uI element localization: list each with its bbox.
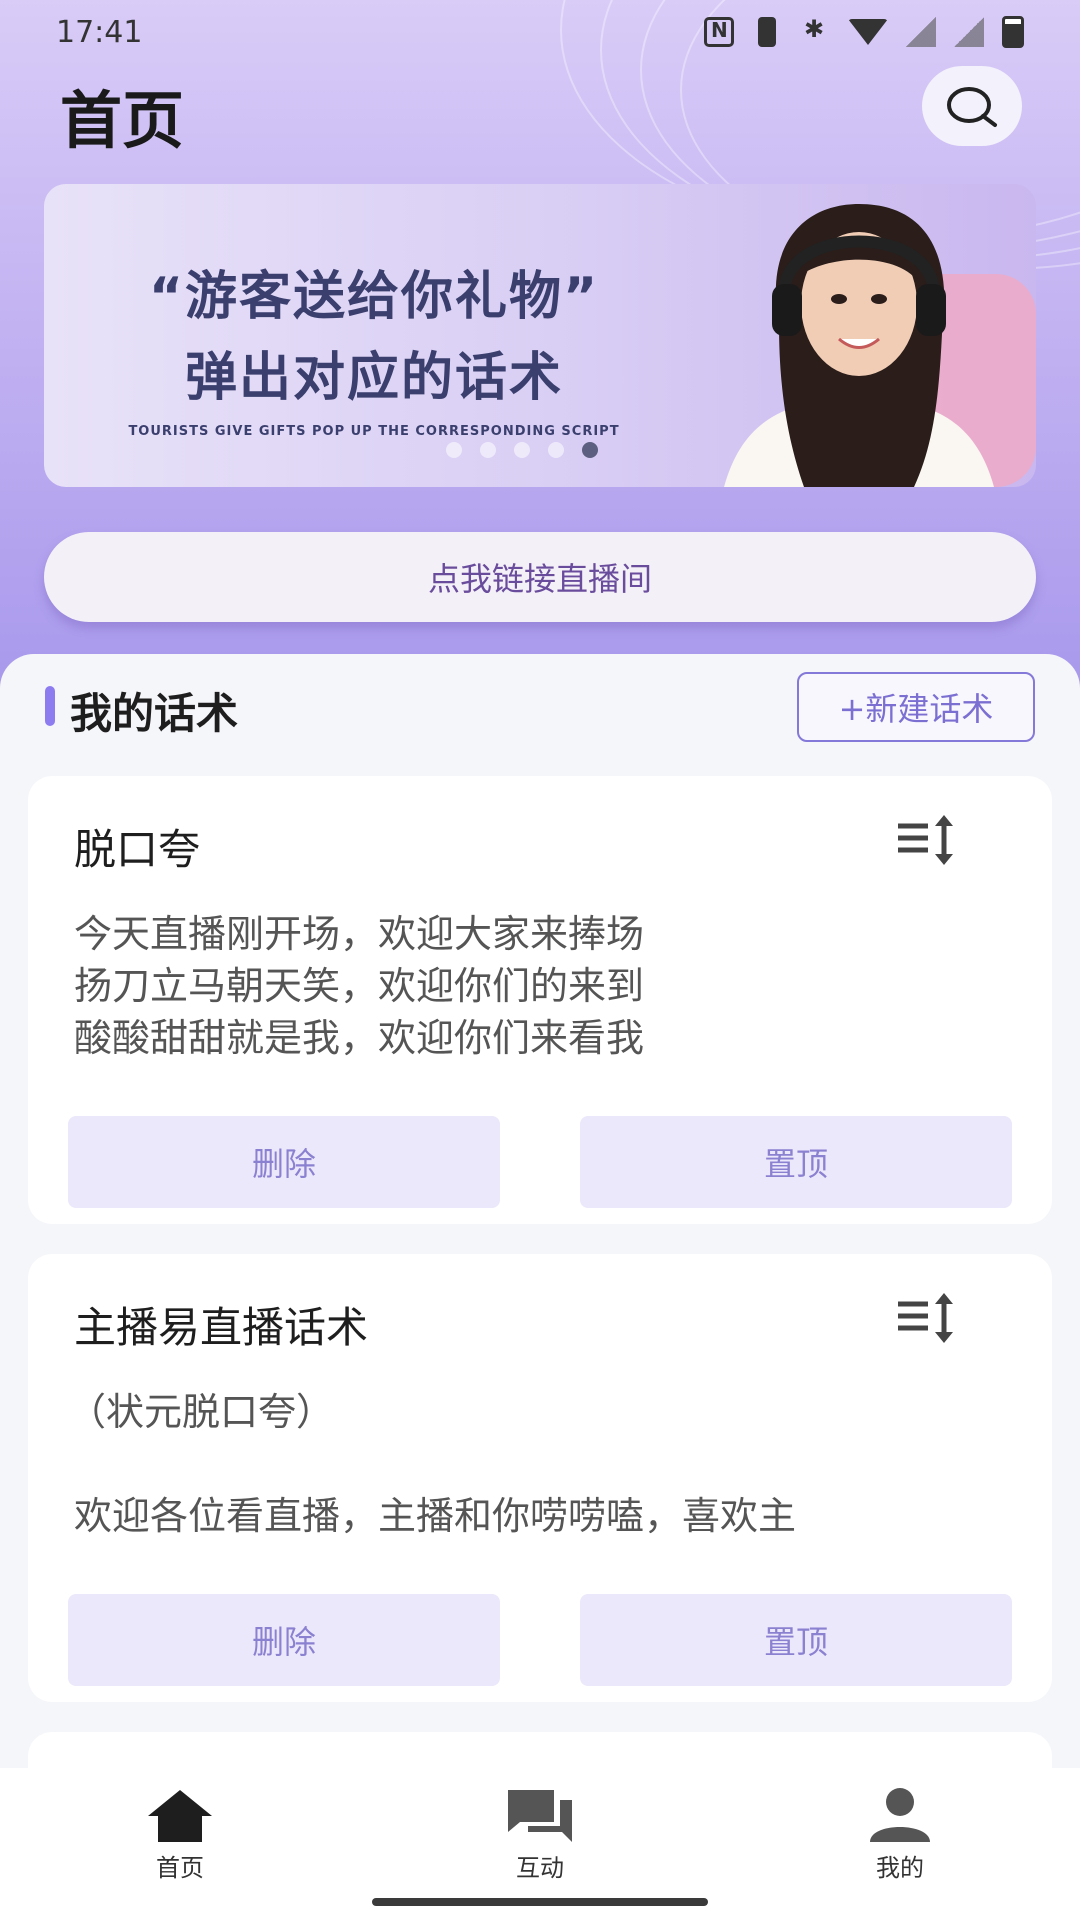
- nav-profile-label: 我的: [876, 1854, 924, 1882]
- pagination-dot[interactable]: [548, 442, 564, 458]
- bluetooth-icon: [800, 15, 830, 47]
- wifi-icon: [848, 19, 888, 45]
- status-icons: [704, 15, 1024, 48]
- pagination-dot-active[interactable]: [582, 442, 598, 458]
- script-title: 主播易直播话术: [74, 1303, 369, 1352]
- new-script-button[interactable]: +新建话术: [797, 672, 1035, 742]
- section-accent-bar: [45, 686, 55, 726]
- no-signal-icon: [906, 17, 936, 47]
- reorder-icon[interactable]: [894, 812, 960, 868]
- script-title: 脱口夸: [74, 825, 201, 874]
- nav-interact[interactable]: 互动: [460, 1786, 620, 1883]
- banner-headline-2: 弹出对应的话术: [184, 348, 563, 408]
- section-header: 我的话术 +新建话术: [0, 672, 1080, 742]
- banner-text: “游客送给你礼物” 弹出对应的话术 TOURISTS GIVE GIFTS PO…: [74, 254, 674, 439]
- script-content: 今天直播刚开场，欢迎大家来捧场 扬刀立马朝天笑，欢迎你们的来到 酸酸甜甜就是我，…: [74, 912, 645, 1060]
- nfc-icon: [704, 17, 734, 47]
- banner-subtitle: TOURISTS GIVE GIFTS POP UP THE CORRESPON…: [128, 424, 620, 439]
- no-signal-icon: [954, 17, 984, 47]
- pin-to-top-button[interactable]: 置顶: [580, 1116, 1012, 1208]
- battery-icon: [1002, 16, 1024, 48]
- promo-banner[interactable]: “游客送给你礼物” 弹出对应的话术 TOURISTS GIVE GIFTS PO…: [44, 184, 1036, 487]
- status-bar: 17:41: [0, 0, 1080, 64]
- search-icon: [947, 87, 997, 127]
- banner-headline: “游客送给你礼物”: [148, 267, 600, 327]
- script-card[interactable]: 脱口夸 今天直播刚开场，欢迎大家来捧场 扬刀立马朝天笑，欢迎你们的来到 酸酸甜甜…: [28, 776, 1052, 1224]
- home-indicator[interactable]: [372, 1898, 708, 1906]
- profile-icon: [870, 1788, 930, 1842]
- status-time: 17:41: [56, 14, 143, 50]
- section-title: 我的话术: [70, 689, 239, 738]
- nav-profile[interactable]: 我的: [820, 1786, 980, 1883]
- chat-icon: [508, 1790, 572, 1842]
- pagination-dot[interactable]: [514, 442, 530, 458]
- connect-live-room-button[interactable]: 点我链接直播间: [44, 532, 1036, 622]
- search-button[interactable]: [922, 66, 1022, 146]
- reorder-icon[interactable]: [894, 1290, 960, 1346]
- delete-button[interactable]: 删除: [68, 1116, 500, 1208]
- nav-interact-label: 互动: [516, 1854, 564, 1882]
- pin-to-top-button[interactable]: 置顶: [580, 1594, 1012, 1686]
- pagination-dot[interactable]: [446, 442, 462, 458]
- page-title: 首页: [60, 84, 185, 157]
- script-card[interactable]: 主播易直播话术 （状元脱口夸） 欢迎各位看直播，主播和你唠唠嗑，喜欢主 删除 置…: [28, 1254, 1052, 1702]
- nav-home[interactable]: 首页: [100, 1786, 260, 1883]
- delete-button[interactable]: 删除: [68, 1594, 500, 1686]
- script-subtitle: （状元脱口夸）: [68, 1390, 335, 1434]
- banner-pagination: [446, 442, 598, 458]
- pagination-dot[interactable]: [480, 442, 496, 458]
- script-content: 欢迎各位看直播，主播和你唠唠嗑，喜欢主: [74, 1494, 797, 1538]
- nav-home-label: 首页: [156, 1854, 204, 1882]
- vibrate-icon: [758, 17, 776, 47]
- home-icon: [148, 1790, 212, 1842]
- banner-streamer-image: [724, 204, 1036, 487]
